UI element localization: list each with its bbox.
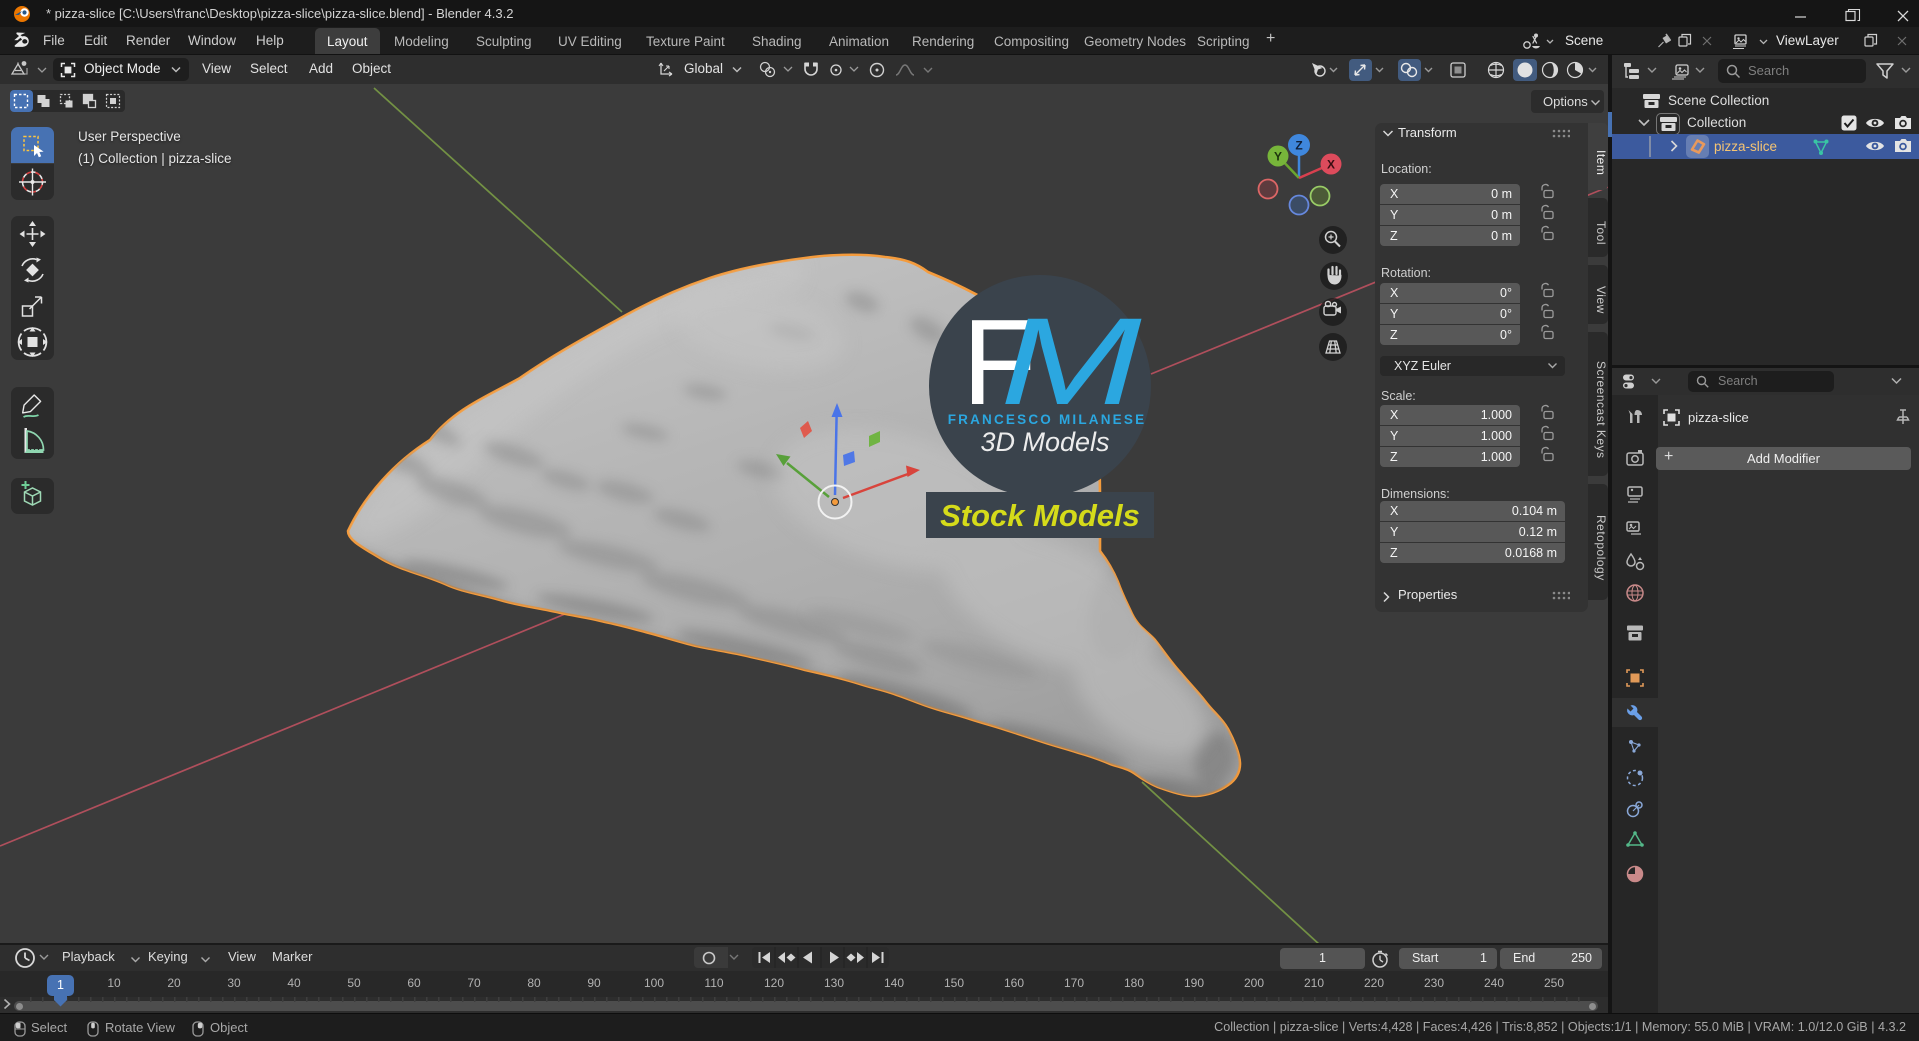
svg-text:X: X (1327, 158, 1335, 172)
svg-text:Y: Y (1274, 150, 1282, 164)
svg-text:M: M (1000, 293, 1142, 431)
svg-text:Z: Z (1295, 139, 1302, 153)
svg-text:FRANCESCO MILANESE: FRANCESCO MILANESE (948, 412, 1147, 427)
svg-text:3D Models: 3D Models (980, 427, 1109, 457)
svg-text:Stock Models: Stock Models (940, 498, 1140, 533)
